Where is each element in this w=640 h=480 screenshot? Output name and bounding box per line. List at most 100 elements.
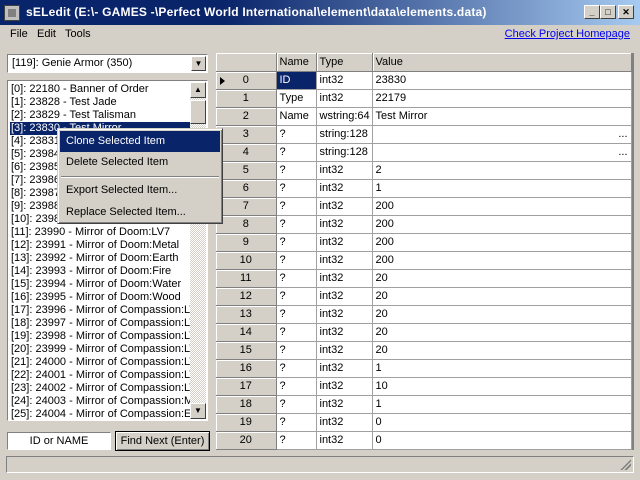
menu-tools[interactable]: Tools (65, 28, 91, 40)
list-selector-dropdown[interactable]: [119]: Genie Armor (350) ▼ (7, 54, 208, 73)
cell-type[interactable]: int32 (316, 359, 373, 378)
row-header[interactable]: 4 (216, 143, 277, 162)
cell-name[interactable]: ? (276, 413, 317, 432)
cell-type[interactable]: int32 (316, 233, 373, 252)
minimize-button[interactable]: _ (584, 5, 600, 19)
list-item[interactable]: [20]: 23999 - Mirror of Compassion:LV4 (10, 343, 190, 356)
cell-value[interactable]: 2 (372, 161, 632, 180)
cell-type[interactable]: string:128 (316, 125, 373, 144)
table-row[interactable]: 17? int32 10 (216, 377, 632, 396)
cell-name[interactable]: ? (276, 197, 317, 216)
title-bar[interactable]: sELedit (E:\- GAMES -\Perfect World Inte… (0, 0, 640, 25)
row-header[interactable]: 18 (216, 395, 277, 414)
table-row[interactable]: 12? int32 20 (216, 287, 632, 306)
cell-value[interactable]: 0 (372, 431, 632, 450)
table-row[interactable]: 5? int32 2 (216, 161, 632, 180)
row-header[interactable]: 10 (216, 251, 277, 270)
row-header[interactable]: 1 (216, 89, 277, 108)
cell-type[interactable]: int32 (316, 251, 373, 270)
list-item[interactable]: [0]: 22180 - Banner of Order (10, 83, 190, 96)
cell-name[interactable]: ? (276, 269, 317, 288)
row-header[interactable]: 16 (216, 359, 277, 378)
cell-name[interactable]: ? (276, 341, 317, 360)
table-row[interactable]: 14? int32 20 (216, 323, 632, 342)
column-header-type[interactable]: Type (316, 53, 373, 72)
list-item[interactable]: [24]: 24003 - Mirror of Compassion:Metal (10, 395, 190, 408)
cell-value[interactable]: 200 (372, 251, 632, 270)
row-header[interactable]: 5 (216, 161, 277, 180)
menu-file[interactable]: File (10, 28, 28, 40)
row-header[interactable]: 19 (216, 413, 277, 432)
list-item[interactable]: [18]: 23997 - Mirror of Compassion:LV2 (10, 317, 190, 330)
cell-value[interactable]: 10 (372, 377, 632, 396)
row-header[interactable]: 13 (216, 305, 277, 324)
cell-type[interactable]: string:128 (316, 143, 373, 162)
list-item[interactable]: [1]: 23828 - Test Jade (10, 96, 190, 109)
cell-value[interactable]: Test Mirror (372, 107, 632, 126)
cell-name[interactable]: Type (276, 89, 317, 108)
cell-value[interactable]: 200 (372, 233, 632, 252)
cell-name[interactable]: ? (276, 359, 317, 378)
list-item[interactable]: [15]: 23994 - Mirror of Doom:Water (10, 278, 190, 291)
list-item[interactable]: [13]: 23992 - Mirror of Doom:Earth (10, 252, 190, 265)
cell-name[interactable]: ? (276, 161, 317, 180)
cell-name[interactable]: ? (276, 323, 317, 342)
maximize-button[interactable]: □ (600, 5, 616, 19)
list-item[interactable]: [14]: 23993 - Mirror of Doom:Fire (10, 265, 190, 278)
row-header[interactable]: 14 (216, 323, 277, 342)
cell-name[interactable]: ? (276, 215, 317, 234)
row-header[interactable]: 7 (216, 197, 277, 216)
table-row[interactable]: 4? string:128... (216, 143, 632, 162)
app-icon[interactable] (4, 5, 20, 21)
list-item[interactable]: [16]: 23995 - Mirror of Doom:Wood (10, 291, 190, 304)
cell-value[interactable]: 1 (372, 179, 632, 198)
homepage-link[interactable]: Check Project Homepage (505, 28, 630, 40)
cell-type[interactable]: int32 (316, 197, 373, 216)
column-header-value[interactable]: Value (372, 53, 632, 72)
list-item[interactable]: [17]: 23996 - Mirror of Compassion:LV1 (10, 304, 190, 317)
row-header[interactable]: 8 (216, 215, 277, 234)
cell-value[interactable]: 23830 (372, 71, 632, 90)
list-item[interactable]: [23]: 24002 - Mirror of Compassion:LV7 (10, 382, 190, 395)
row-header[interactable]: 11 (216, 269, 277, 288)
cell-type[interactable]: wstring:64 (316, 107, 373, 126)
list-item[interactable]: [12]: 23991 - Mirror of Doom:Metal (10, 239, 190, 252)
cell-value[interactable]: 20 (372, 341, 632, 360)
menu-edit[interactable]: Edit (37, 28, 56, 40)
row-header[interactable]: 9 (216, 233, 277, 252)
context-menu-item[interactable]: Export Selected Item... (60, 180, 220, 201)
cell-value[interactable]: 200 (372, 197, 632, 216)
row-header[interactable]: 12 (216, 287, 277, 306)
row-header[interactable]: 17 (216, 377, 277, 396)
table-row[interactable]: 10? int32 200 (216, 251, 632, 270)
cell-ellipsis-button[interactable]: ... (618, 146, 627, 158)
cell-type[interactable]: int32 (316, 323, 373, 342)
table-row[interactable]: 15? int32 20 (216, 341, 632, 360)
table-row[interactable]: 8? int32 200 (216, 215, 632, 234)
table-row[interactable]: 20? int32 0 (216, 431, 632, 450)
table-row[interactable]: 6? int32 1 (216, 179, 632, 198)
cell-value[interactable]: ... (372, 125, 632, 144)
table-row[interactable]: 3? string:128... (216, 125, 632, 144)
close-button[interactable]: ✕ (618, 5, 634, 19)
context-menu-item[interactable]: Delete Selected Item (60, 152, 220, 173)
table-row[interactable]: 7? int32 200 (216, 197, 632, 216)
list-item[interactable]: [25]: 24004 - Mirror of Compassion:Earth (10, 408, 190, 420)
cell-type[interactable]: int32 (316, 395, 373, 414)
table-row[interactable]: 16? int32 1 (216, 359, 632, 378)
row-header[interactable]: 6 (216, 179, 277, 198)
row-header[interactable]: 0 (216, 71, 277, 90)
cell-value[interactable]: 22179 (372, 89, 632, 108)
cell-type[interactable]: int32 (316, 431, 373, 450)
cell-name[interactable]: ? (276, 287, 317, 306)
list-item[interactable]: [19]: 23998 - Mirror of Compassion:LV3 (10, 330, 190, 343)
list-item[interactable]: [22]: 24001 - Mirror of Compassion:LV6 (10, 369, 190, 382)
cell-ellipsis-button[interactable]: ... (618, 128, 627, 140)
row-header[interactable]: 20 (216, 431, 277, 450)
cell-name[interactable]: ? (276, 179, 317, 198)
scroll-thumb[interactable] (190, 100, 206, 124)
cell-name[interactable]: ? (276, 233, 317, 252)
cell-name[interactable]: ? (276, 377, 317, 396)
scroll-up-button[interactable]: ▲ (190, 82, 206, 98)
table-row[interactable]: 13? int32 20 (216, 305, 632, 324)
